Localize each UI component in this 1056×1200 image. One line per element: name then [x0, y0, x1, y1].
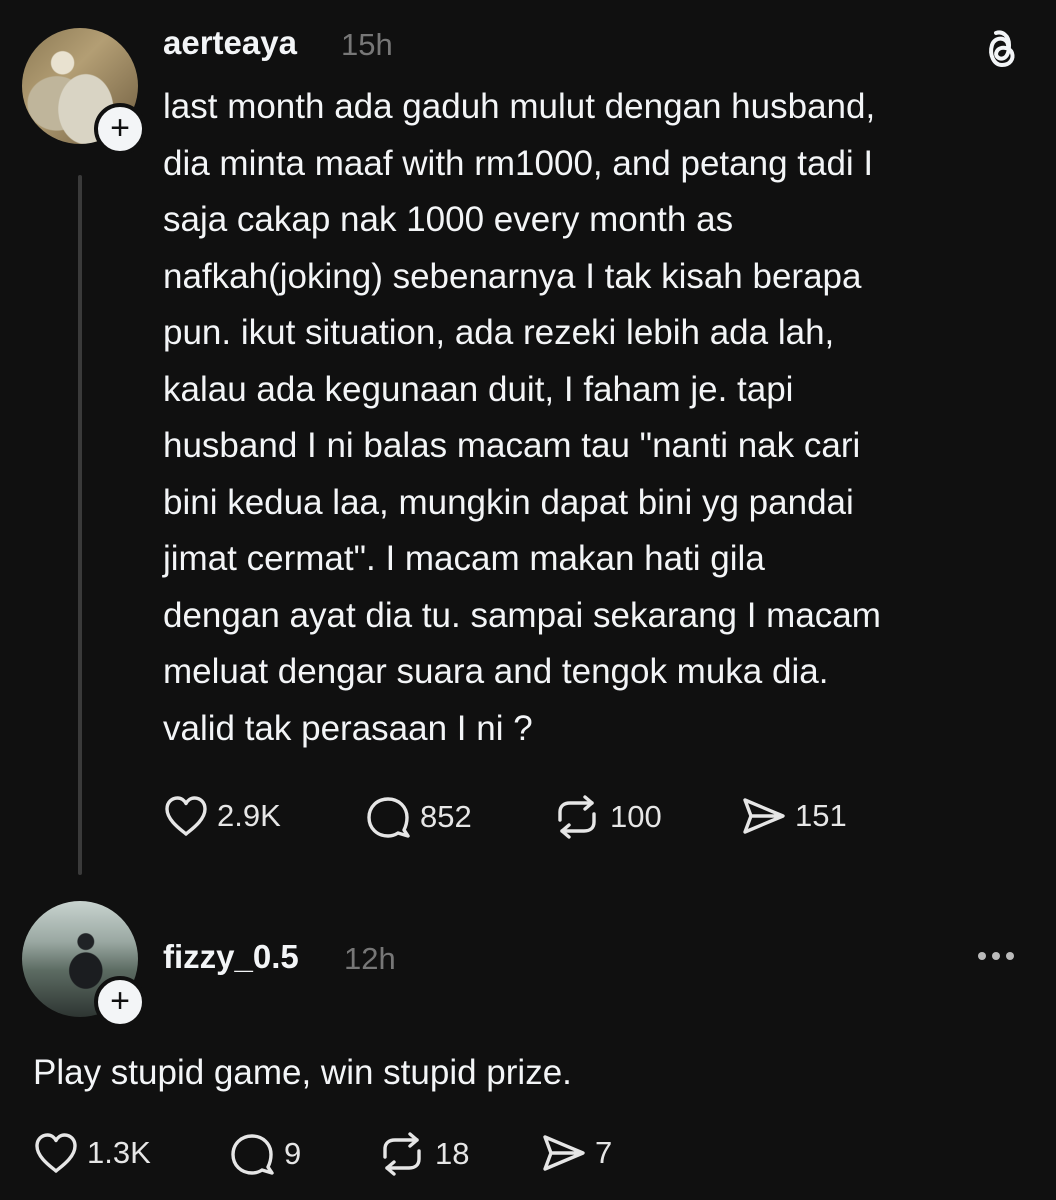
plus-icon: + — [110, 108, 130, 147]
like-button[interactable]: 2.9K — [163, 794, 281, 838]
username[interactable]: fizzy_0.5 — [163, 938, 299, 976]
more-icon[interactable] — [978, 952, 1014, 960]
follow-button[interactable]: + — [94, 103, 146, 155]
plus-icon: + — [110, 981, 130, 1020]
heart-icon — [165, 796, 207, 836]
like-count: 1.3K — [87, 1135, 151, 1170]
share-count: 151 — [795, 798, 847, 833]
like-button[interactable]: 1.3K — [33, 1131, 151, 1175]
repost-button[interactable]: 18 — [377, 1131, 469, 1177]
repost-button[interactable]: 100 — [552, 794, 662, 840]
comment-icon — [367, 797, 410, 838]
comment-icon — [231, 1134, 274, 1175]
username[interactable]: aerteaya — [163, 24, 297, 62]
send-icon — [743, 798, 785, 834]
repost-count: 18 — [435, 1136, 470, 1171]
post-time: 12h — [344, 941, 396, 976]
share-button[interactable]: 7 — [539, 1131, 612, 1175]
post-text: last month ada gaduh mulut dengan husban… — [163, 87, 881, 748]
threads-logo-icon[interactable] — [978, 27, 1022, 71]
like-count: 2.9K — [217, 798, 281, 833]
repost-icon — [558, 795, 596, 839]
heart-icon — [35, 1133, 77, 1173]
comment-count: 852 — [420, 799, 472, 834]
repost-count: 100 — [610, 799, 662, 834]
follow-button[interactable]: + — [94, 976, 146, 1028]
comment-button[interactable]: 852 — [364, 794, 472, 840]
repost-icon — [383, 1132, 421, 1176]
comment-button[interactable]: 9 — [228, 1131, 301, 1177]
share-button[interactable]: 151 — [739, 794, 847, 838]
thread-line — [78, 175, 82, 875]
post-text: Play stupid game, win stupid prize. — [33, 1053, 572, 1092]
post-time: 15h — [341, 27, 393, 62]
comment-count: 9 — [284, 1136, 302, 1171]
send-icon — [543, 1135, 585, 1171]
share-count: 7 — [595, 1135, 613, 1170]
